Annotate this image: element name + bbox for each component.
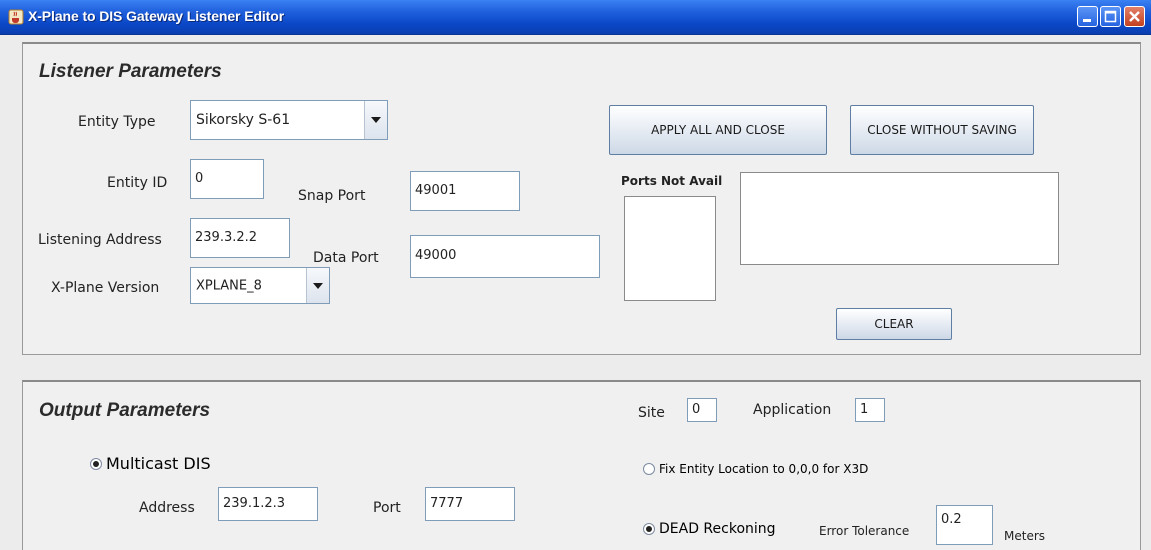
fix-entity-location-label: Fix Entity Location to 0,0,0 for X3D (659, 462, 869, 476)
clear-button[interactable]: CLEAR (836, 308, 952, 340)
site-field[interactable]: 0 (687, 398, 717, 422)
maximize-button[interactable] (1100, 6, 1121, 27)
close-without-saving-button[interactable]: CLOSE WITHOUT SAVING (850, 105, 1034, 155)
java-cup-icon (8, 9, 24, 25)
minimize-button[interactable] (1077, 6, 1098, 27)
port-label: Port (373, 500, 401, 516)
window-content: Listener Parameters Entity Type Sikorsky… (0, 35, 1151, 550)
output-parameters-panel: Output Parameters Site 0 Application 1 M… (22, 380, 1141, 550)
dead-reckoning-radio[interactable]: DEAD Reckoning (643, 521, 776, 537)
ports-not-avail-label: Ports Not Avail (621, 174, 723, 188)
entity-type-value: Sikorsky S-61 (196, 112, 291, 128)
fix-entity-location-radio[interactable]: Fix Entity Location to 0,0,0 for X3D (643, 462, 868, 476)
snap-port-field[interactable]: 49001 (410, 171, 520, 211)
apply-all-and-close-button[interactable]: APPLY ALL AND CLOSE (609, 105, 827, 155)
ports-not-avail-list[interactable] (624, 196, 716, 301)
address-label: Address (139, 500, 195, 516)
radio-unselected-icon (643, 463, 655, 475)
close-icon (1129, 11, 1140, 22)
entity-type-select[interactable]: Sikorsky S-61 (190, 100, 388, 140)
multicast-port-field[interactable]: 7777 (425, 487, 515, 521)
close-button[interactable] (1124, 6, 1145, 27)
output-section-title: Output Parameters (39, 400, 211, 421)
data-port-label: Data Port (313, 250, 379, 266)
chevron-down-icon (313, 282, 323, 289)
entity-type-label: Entity Type (78, 114, 156, 130)
multicast-dis-radio[interactable]: Multicast DIS (90, 454, 211, 473)
xplane-version-dropdown-arrow[interactable] (306, 268, 329, 303)
dead-reckoning-label: DEAD Reckoning (659, 521, 776, 537)
data-port-field[interactable]: 49000 (410, 235, 600, 278)
maximize-icon (1104, 10, 1117, 23)
minimize-icon (1083, 19, 1091, 22)
window-title: X-Plane to DIS Gateway Listener Editor (28, 8, 285, 24)
listening-address-field[interactable]: 239.3.2.2 (190, 218, 290, 258)
radio-selected-icon (643, 523, 655, 535)
snap-port-label: Snap Port (298, 188, 366, 204)
listening-address-label: Listening Address (38, 232, 162, 248)
xplane-version-label: X-Plane Version (51, 280, 160, 296)
application-field[interactable]: 1 (855, 398, 885, 422)
error-tolerance-label: Error Tolerance (819, 524, 910, 538)
xplane-version-select[interactable]: XPLANE_8 (190, 267, 330, 304)
entity-type-dropdown-arrow[interactable] (364, 101, 387, 139)
message-area[interactable] (740, 172, 1059, 265)
multicast-address-field[interactable]: 239.1.2.3 (218, 487, 318, 521)
site-label: Site (638, 405, 665, 421)
title-bar[interactable]: X-Plane to DIS Gateway Listener Editor (0, 0, 1151, 35)
listener-parameters-panel: Listener Parameters Entity Type Sikorsky… (22, 42, 1141, 355)
radio-selected-icon (90, 457, 102, 470)
application-label: Application (753, 402, 832, 418)
listener-section-title: Listener Parameters (39, 61, 222, 82)
multicast-dis-label: Multicast DIS (106, 454, 211, 473)
xplane-version-value: XPLANE_8 (196, 278, 262, 293)
entity-id-label: Entity ID (107, 175, 168, 191)
error-tolerance-field[interactable]: 0.2 (936, 505, 993, 545)
chevron-down-icon (371, 117, 381, 123)
entity-id-field[interactable]: 0 (190, 159, 264, 199)
error-tolerance-unit: Meters (1004, 529, 1046, 543)
